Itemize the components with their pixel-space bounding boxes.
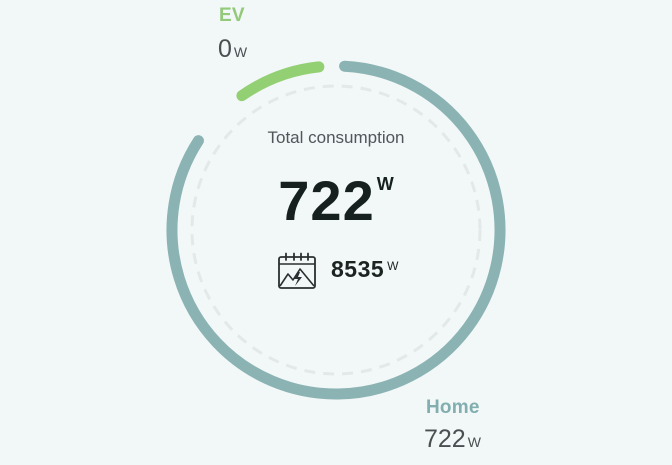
total-consumption-value: 722 W [216,168,456,233]
production-value-unit: W [387,259,399,273]
production-value: 8535 W [331,256,399,283]
home-legend-label: Home [426,397,480,418]
home-legend-value: 722 W [424,425,481,454]
home-value-number: 722 [424,425,466,453]
total-consumption-unit: W [376,174,394,194]
total-consumption-number: 722 [278,169,375,232]
solar-production-calendar-icon [278,252,316,289]
production-value-number: 8535 [331,256,385,282]
ev-value-unit: W [233,44,248,60]
home-value-unit: W [467,434,481,450]
energy-consumption-widget: EV 0W Total consumption 722 W 8535 W Home … [0,0,672,465]
ev-legend-label: EV [219,5,245,26]
ev-value-number: 0 [218,35,232,63]
total-consumption-title: Total consumption [267,128,405,147]
ev-consumption-arc [236,61,325,102]
ev-legend-value: 0W [218,35,247,64]
